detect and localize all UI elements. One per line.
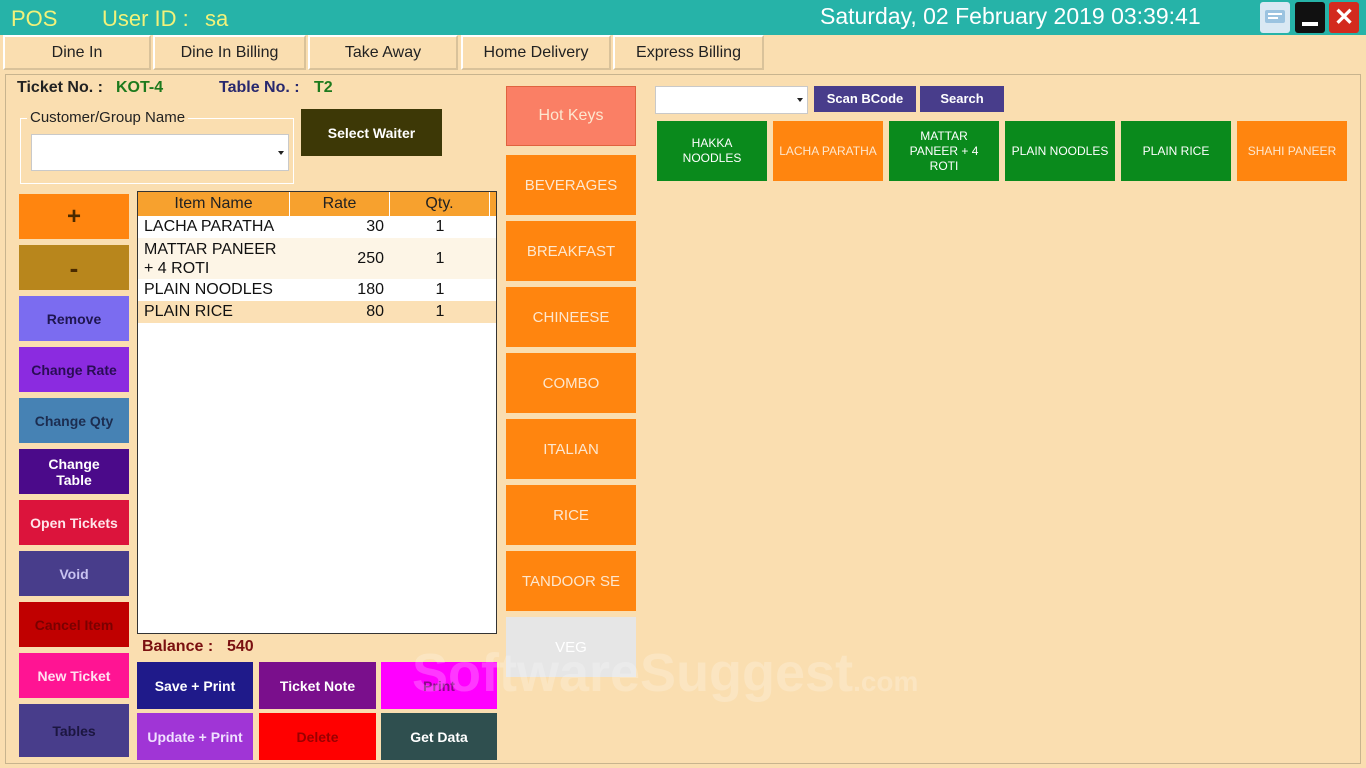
title-bar: POS User ID : sa Saturday, 02 February 2… <box>0 0 1366 35</box>
item-lacha-paratha[interactable]: LACHA PARATHA <box>773 121 883 181</box>
increase-qty-button[interactable]: + <box>19 194 129 239</box>
item-plain-rice[interactable]: PLAIN RICE <box>1121 121 1231 181</box>
tab-dine-in[interactable]: Dine In <box>3 35 151 70</box>
decrease-qty-button[interactable]: - <box>19 245 129 290</box>
item-plain-noodles[interactable]: PLAIN NOODLES <box>1005 121 1115 181</box>
grid-header: Item Name Rate Qty. <box>138 192 496 216</box>
minimize-icon[interactable] <box>1295 2 1325 33</box>
table-row[interactable]: PLAIN RICE 80 1 <box>138 301 496 323</box>
cell-item-name: PLAIN RICE <box>144 303 233 320</box>
change-qty-button[interactable]: Change Qty <box>19 398 129 443</box>
hot-keys-button[interactable]: Hot Keys <box>506 86 636 146</box>
delete-button[interactable]: Delete <box>259 713 376 760</box>
scan-barcode-button[interactable]: Scan BCode <box>814 86 916 112</box>
user-id-value: sa <box>205 6 229 31</box>
category-combo[interactable]: COMBO <box>506 353 636 413</box>
search-button[interactable]: Search <box>920 86 1004 112</box>
ticket-no-label: Ticket No. : <box>17 79 103 96</box>
select-waiter-button[interactable]: Select Waiter <box>301 109 442 156</box>
table-no-value: T2 <box>314 79 333 96</box>
change-rate-button[interactable]: Change Rate <box>19 347 129 392</box>
cell-rate: 250 <box>357 249 384 267</box>
user-id-label: User ID : <box>102 6 189 31</box>
get-data-button[interactable]: Get Data <box>381 713 497 760</box>
chevron-down-icon <box>278 150 284 155</box>
cell-qty: 1 <box>435 218 445 235</box>
cell-rate: 180 <box>357 281 384 298</box>
column-header-rate[interactable]: Rate <box>290 192 390 216</box>
cell-item-name: PLAIN NOODLES <box>144 281 273 298</box>
category-italian[interactable]: ITALIAN <box>506 419 636 479</box>
table-no-label: Table No. : <box>219 79 300 96</box>
customer-group-label: Customer/Group Name <box>27 109 189 126</box>
change-table-button[interactable]: Change Table <box>19 449 129 494</box>
customer-select[interactable] <box>31 134 289 171</box>
category-chineese[interactable]: CHINEESE <box>506 287 636 347</box>
order-items-grid[interactable]: Item Name Rate Qty. LACHA PARATHA 30 1 M… <box>137 191 497 634</box>
column-header-item-name[interactable]: Item Name <box>138 192 290 216</box>
item-mattar-paneer[interactable]: MATTAR PANEER + 4 ROTI <box>889 121 999 181</box>
tab-express-billing[interactable]: Express Billing <box>613 35 764 70</box>
balance-value: 540 <box>227 638 254 655</box>
table-row[interactable]: PLAIN NOODLES 180 1 <box>138 279 496 301</box>
mode-tabs: Dine In Dine In Billing Take Away Home D… <box>0 35 1366 71</box>
category-rice[interactable]: RICE <box>506 485 636 545</box>
cell-qty: 1 <box>435 303 445 320</box>
table-row[interactable]: LACHA PARATHA 30 1 <box>138 216 496 238</box>
cancel-item-button[interactable]: Cancel Item <box>19 602 129 647</box>
balance-label: Balance : <box>142 638 214 655</box>
ticket-note-button[interactable]: Ticket Note <box>259 662 376 709</box>
new-ticket-button[interactable]: New Ticket <box>19 653 129 698</box>
item-shahi-paneer[interactable]: SHAHI PANEER <box>1237 121 1347 181</box>
cell-rate: 30 <box>366 218 384 235</box>
cell-qty: 1 <box>435 281 445 298</box>
cell-item-name: MATTAR PANEER + 4 ROTI <box>144 240 277 277</box>
tab-home-delivery[interactable]: Home Delivery <box>461 35 611 70</box>
cell-rate: 80 <box>366 303 384 320</box>
cell-item-name: LACHA PARATHA <box>144 218 275 235</box>
datetime-display: Saturday, 02 February 2019 03:39:41 <box>820 3 1201 29</box>
open-tickets-button[interactable]: Open Tickets <box>19 500 129 545</box>
tab-dine-in-billing[interactable]: Dine In Billing <box>153 35 306 70</box>
item-select[interactable] <box>655 86 808 114</box>
item-hakka-noodles[interactable]: HAKKA NOODLES <box>657 121 767 181</box>
close-icon[interactable]: ✕ <box>1329 2 1359 33</box>
tab-take-away[interactable]: Take Away <box>308 35 458 70</box>
app-name: POS <box>11 6 58 31</box>
tables-button[interactable]: Tables <box>19 704 129 757</box>
ticket-no-value: KOT-4 <box>116 79 164 96</box>
update-print-button[interactable]: Update + Print <box>137 713 253 760</box>
category-beverages[interactable]: BEVERAGES <box>506 155 636 215</box>
void-button[interactable]: Void <box>19 551 129 596</box>
category-tandoor-se[interactable]: TANDOOR SE <box>506 551 636 611</box>
remove-button[interactable]: Remove <box>19 296 129 341</box>
cell-qty: 1 <box>435 249 445 267</box>
watermark: SoftwareSuggest.com <box>412 643 919 703</box>
column-header-qty[interactable]: Qty. <box>390 192 490 216</box>
table-row[interactable]: MATTAR PANEER + 4 ROTI 250 1 <box>138 238 496 279</box>
save-print-button[interactable]: Save + Print <box>137 662 253 709</box>
category-breakfast[interactable]: BREAKFAST <box>506 221 636 281</box>
notification-icon[interactable] <box>1260 2 1290 33</box>
chevron-down-icon <box>797 98 803 102</box>
